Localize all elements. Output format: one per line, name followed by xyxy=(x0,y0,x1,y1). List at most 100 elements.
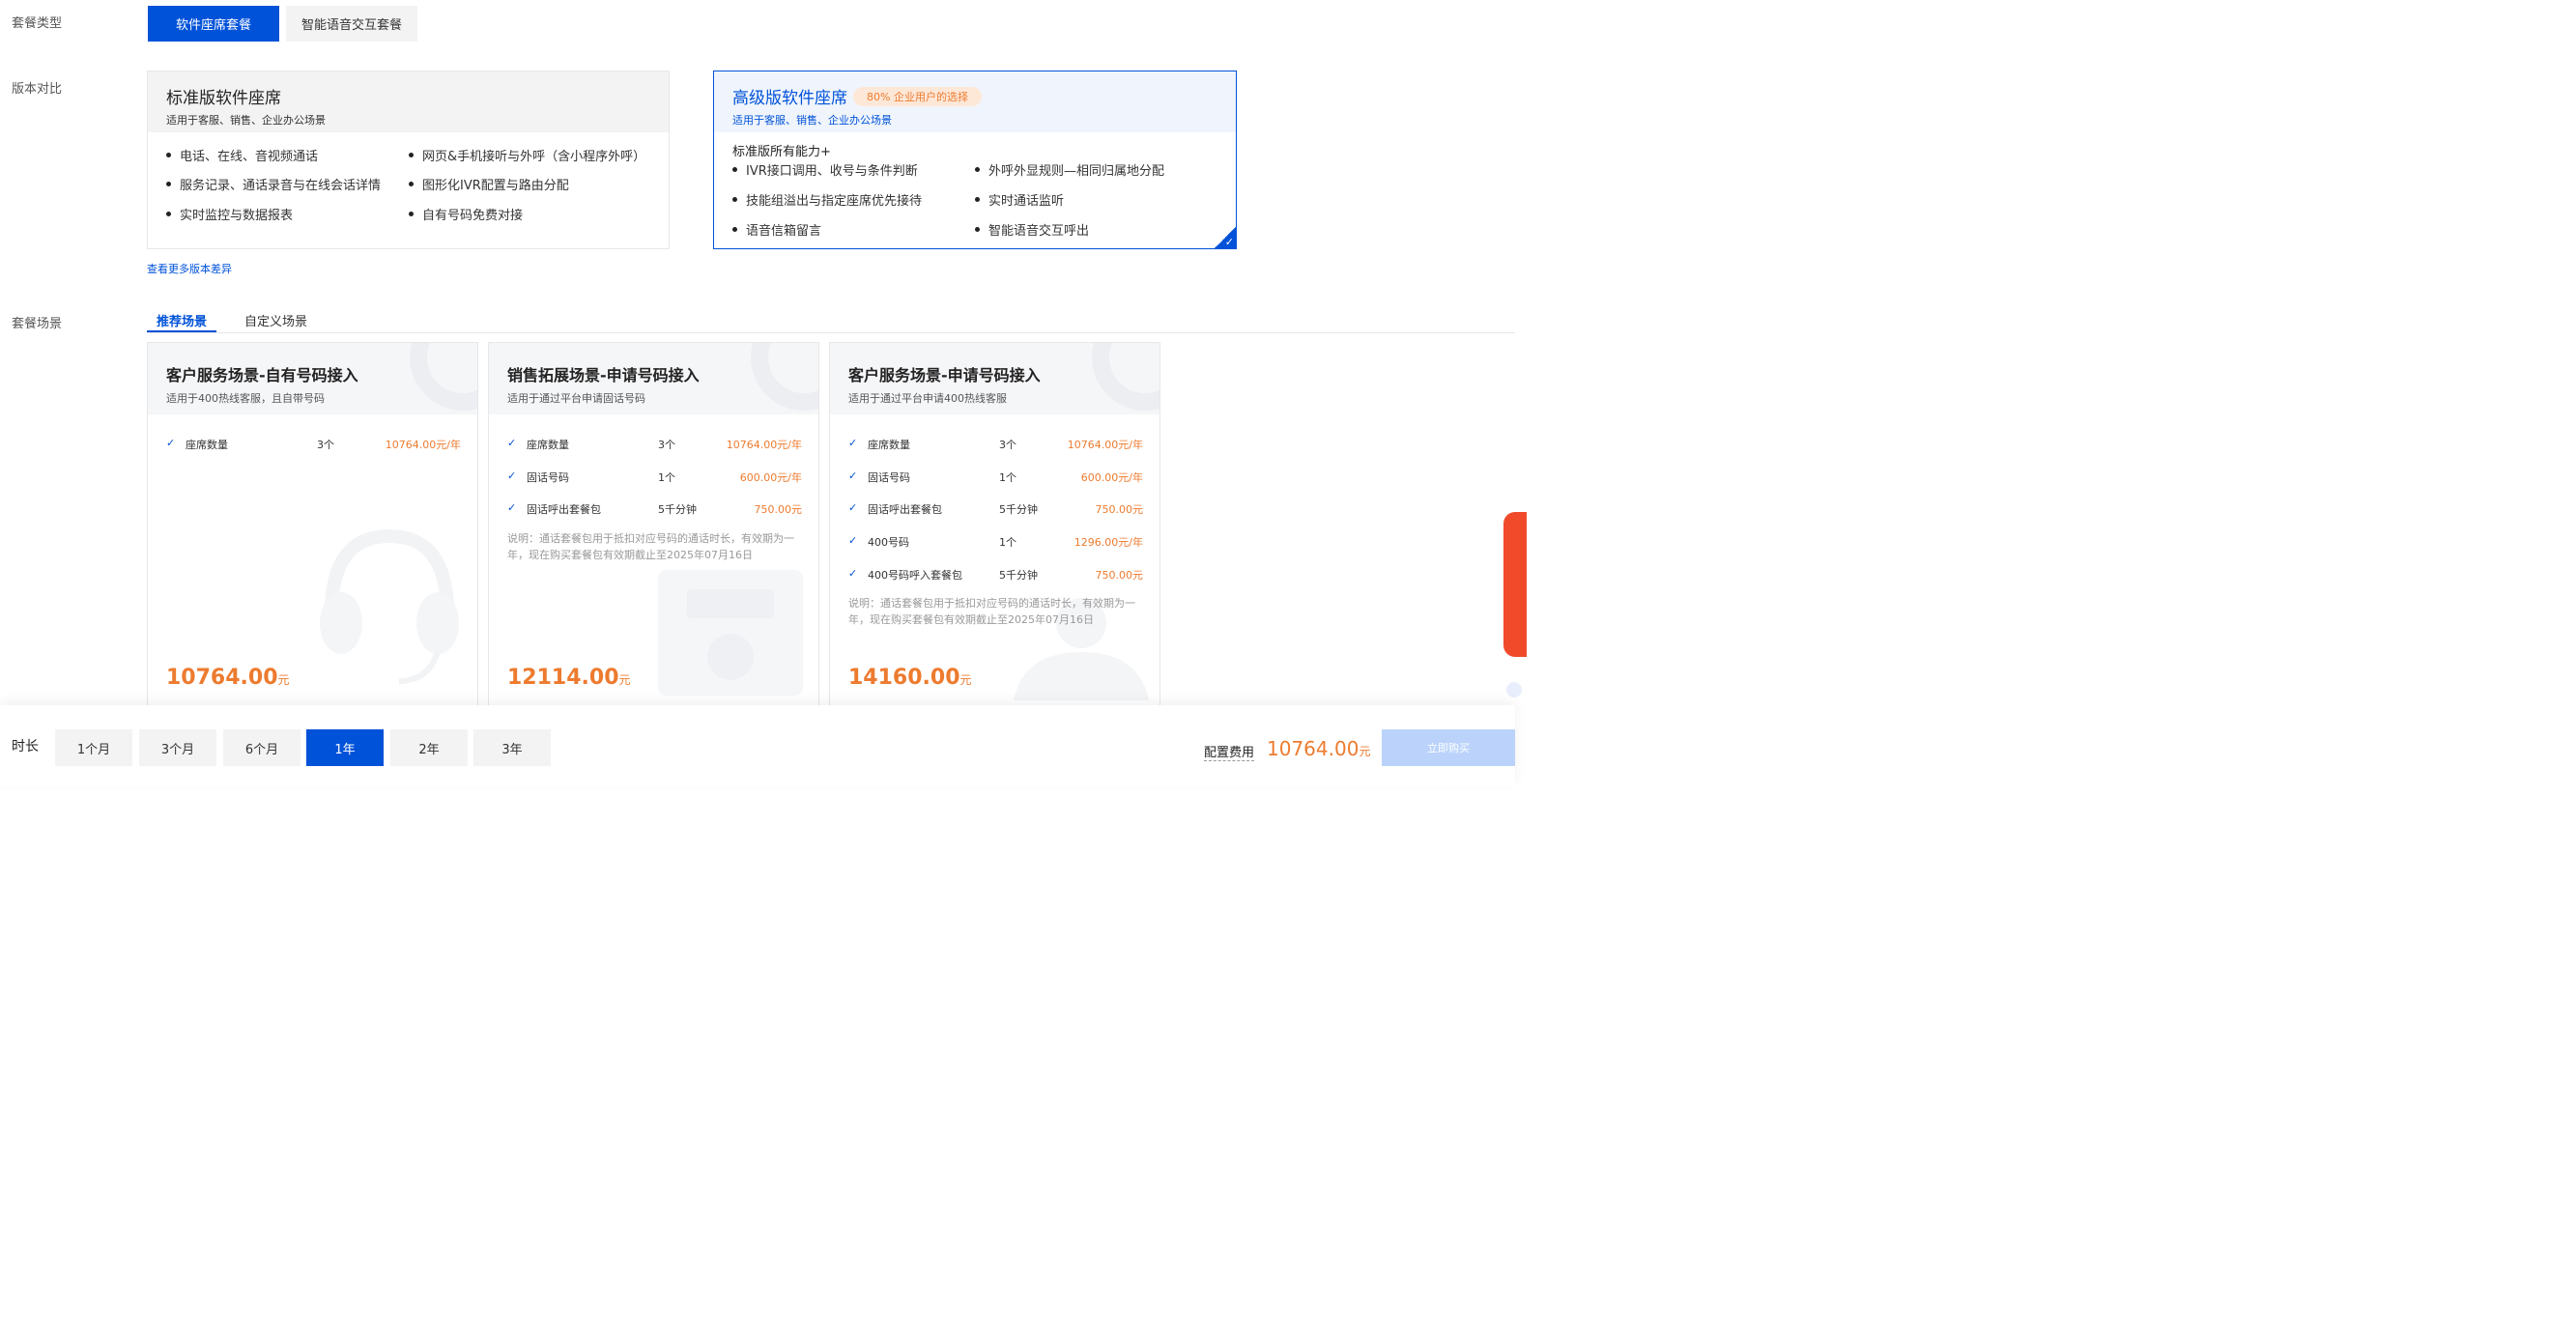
item-row: ✓ 座席数量 3个 10764.00元/年 xyxy=(848,437,1143,454)
feature-item: 技能组溢出与指定座席优先接待 xyxy=(732,190,922,209)
total-unit: 元 xyxy=(959,673,972,687)
item-name: 固话呼出套餐包 xyxy=(527,503,601,516)
tabs-divider xyxy=(147,332,1515,333)
item-row: ✓ 固话号码 1个 600.00元/年 xyxy=(507,469,802,487)
feature-item: 自有号码免费对接 xyxy=(409,205,523,223)
item-name: 固话呼出套餐包 xyxy=(868,503,942,516)
more-version-diff-link[interactable]: 查看更多版本差异 xyxy=(147,261,232,276)
item-row: ✓ 固话呼出套餐包 5千分钟 750.00元 xyxy=(848,501,1143,519)
bottom-purchase-bar: 时长 1个月 3个月 6个月 1年 2年 3年 配置费用 10764.00元 立… xyxy=(0,705,1515,786)
scenario-title: 客户服务场景-申请号码接入 xyxy=(848,366,1041,384)
item-qty: 1个 xyxy=(999,536,1016,549)
feature-item: 实时监控与数据报表 xyxy=(166,205,293,223)
feature-item: 实时通话监听 xyxy=(975,190,1064,209)
total-unit: 元 xyxy=(618,673,631,687)
version-compare-label: 版本对比 xyxy=(12,82,63,97)
scenario-note: 说明：通话套餐包用于抵扣对应号码的通话时长，有效期为一年，现在购买套餐包有效期截… xyxy=(848,597,1135,626)
feature-item: IVR接口调用、收号与条件判断 xyxy=(732,160,918,179)
scenario-total: 12114.00元 xyxy=(507,666,631,690)
version-subtitle: 适用于客服、销售、企业办公场景 xyxy=(732,114,892,127)
version-card-header: 标准版软件座席 适用于客服、销售、企业办公场景 xyxy=(148,71,669,132)
scenario-label: 套餐场景 xyxy=(12,317,63,331)
fee-amount: 10764.00 xyxy=(1267,737,1360,760)
fee-unit: 元 xyxy=(1359,745,1371,758)
item-row: ✓ 固话号码 1个 600.00元/年 xyxy=(848,469,1143,487)
scenario-title: 客户服务场景-自有号码接入 xyxy=(166,366,358,384)
item-price: 750.00元 xyxy=(1095,503,1144,516)
check-icon: ✓ xyxy=(507,501,517,514)
tab-custom[interactable]: 自定义场景 xyxy=(244,311,307,329)
duration-3-years[interactable]: 3年 xyxy=(473,729,551,766)
scenario-title: 销售拓展场景-申请号码接入 xyxy=(507,366,700,384)
feature-item: 语音信箱留言 xyxy=(732,220,821,239)
popular-badge: 80% 企业用户的选择 xyxy=(853,86,982,106)
scenario-card-400-number[interactable]: 客户服务场景-申请号码接入 适用于通过平台申请400热线客服 ✓ 座席数量 3个… xyxy=(829,342,1160,719)
item-price: 750.00元 xyxy=(754,503,803,516)
scenario-subtitle: 适用于400热线客服，且自带号码 xyxy=(166,392,325,405)
version-subtitle: 适用于客服、销售、企业办公场景 xyxy=(166,114,326,127)
config-fee-value: 10764.00元 xyxy=(1267,737,1370,760)
item-qty: 5千分钟 xyxy=(999,503,1038,516)
item-name: 固话号码 xyxy=(527,471,569,484)
feature-item: 智能语音交互呼出 xyxy=(975,220,1089,239)
item-name: 座席数量 xyxy=(868,439,910,451)
config-fee-label[interactable]: 配置费用 xyxy=(1204,742,1255,761)
package-type-label: 套餐类型 xyxy=(12,16,63,31)
duration-2-years[interactable]: 2年 xyxy=(390,729,468,766)
buy-now-button[interactable]: 立即购买 xyxy=(1382,729,1515,766)
scenario-card-own-number[interactable]: 客户服务场景-自有号码接入 适用于400热线客服，且自带号码 ✓ 座席数量 3个… xyxy=(147,342,478,719)
item-price: 10764.00元/年 xyxy=(385,439,461,451)
item-name: 座席数量 xyxy=(527,439,569,451)
item-qty: 1个 xyxy=(658,471,675,484)
item-row: ✓ 固话呼出套餐包 5千分钟 750.00元 xyxy=(507,501,802,519)
scenario-note: 说明：通话套餐包用于抵扣对应号码的通话时长，有效期为一年，现在购买套餐包有效期截… xyxy=(507,532,794,561)
item-price: 10764.00元/年 xyxy=(726,439,802,451)
floating-promo-tab[interactable] xyxy=(1503,512,1527,657)
item-row: ✓ 400号码呼入套餐包 5千分钟 750.00元 xyxy=(848,567,1143,584)
scenario-card-header: 客户服务场景-申请号码接入 适用于通过平台申请400热线客服 xyxy=(830,343,1159,414)
duration-6-months[interactable]: 6个月 xyxy=(223,729,301,766)
item-qty: 3个 xyxy=(999,439,1016,451)
item-price: 1296.00元/年 xyxy=(1073,536,1143,549)
version-card-premium[interactable]: 高级版软件座席 80% 企业用户的选择 适用于客服、销售、企业办公场景 标准版所… xyxy=(713,71,1237,249)
scenario-subtitle: 适用于通过平台申请400热线客服 xyxy=(848,392,1007,405)
version-title: 标准版软件座席 xyxy=(166,89,281,108)
check-icon: ✓ xyxy=(507,469,517,482)
duration-label: 时长 xyxy=(12,739,39,754)
check-icon: ✓ xyxy=(848,469,858,482)
check-icon: ✓ xyxy=(166,437,176,449)
scenario-total: 10764.00元 xyxy=(166,666,290,690)
floating-help-icon[interactable] xyxy=(1506,682,1522,697)
item-qty: 1个 xyxy=(999,471,1016,484)
scenario-total: 14160.00元 xyxy=(848,666,972,690)
duration-1-month[interactable]: 1个月 xyxy=(55,729,132,766)
selected-check-icon: ✓ xyxy=(1214,226,1237,249)
item-name: 固话号码 xyxy=(868,471,910,484)
item-row: ✓ 座席数量 3个 10764.00元/年 xyxy=(507,437,802,454)
tab-recommended[interactable]: 推荐场景 xyxy=(157,311,207,329)
feature-item: 电话、在线、音视频通话 xyxy=(166,146,318,164)
scenario-card-header: 销售拓展场景-申请号码接入 适用于通过平台申请固话号码 xyxy=(489,343,818,414)
item-qty: 5千分钟 xyxy=(658,503,697,516)
check-icon: ✓ xyxy=(848,534,858,547)
total-value: 12114.00 xyxy=(507,666,619,690)
phone-illustration-icon xyxy=(658,570,803,696)
item-price: 750.00元 xyxy=(1095,569,1144,582)
item-price: 10764.00元/年 xyxy=(1067,439,1143,451)
scenario-card-sales-number[interactable]: 销售拓展场景-申请号码接入 适用于通过平台申请固话号码 ✓ 座席数量 3个 10… xyxy=(488,342,819,719)
feature-item: 服务记录、通话录音与在线会话详情 xyxy=(166,175,381,193)
version-title: 高级版软件座席 xyxy=(732,89,847,108)
version-card-standard[interactable]: 标准版软件座席 适用于客服、销售、企业办公场景 电话、在线、音视频通话 网页&手… xyxy=(147,71,670,249)
item-name: 400号码呼入套餐包 xyxy=(868,569,962,582)
item-qty: 3个 xyxy=(658,439,675,451)
version-card-header: 高级版软件座席 80% 企业用户的选择 适用于客服、销售、企业办公场景 xyxy=(714,71,1236,132)
package-type-voice-interaction[interactable]: 智能语音交互套餐 xyxy=(286,6,417,42)
scenario-subtitle: 适用于通过平台申请固话号码 xyxy=(507,392,645,405)
package-type-software-seat[interactable]: 软件座席套餐 xyxy=(148,6,279,42)
duration-3-months[interactable]: 3个月 xyxy=(139,729,216,766)
check-icon: ✓ xyxy=(848,501,858,514)
duration-1-year[interactable]: 1年 xyxy=(306,729,384,766)
item-row: ✓ 座席数量 3个 10764.00元/年 xyxy=(166,437,461,454)
version-title-row: 高级版软件座席 80% 企业用户的选择 xyxy=(732,84,1217,108)
headset-illustration-icon xyxy=(320,528,459,684)
